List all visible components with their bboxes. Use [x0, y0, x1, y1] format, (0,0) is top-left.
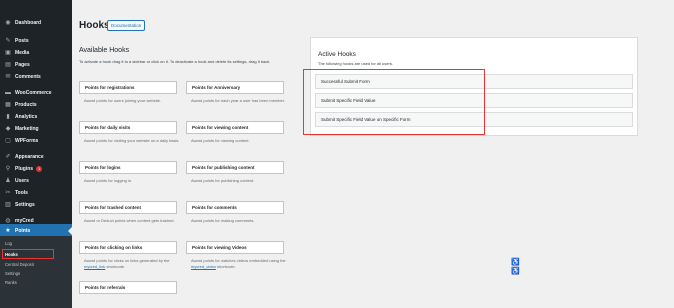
sidebar-item-analytics[interactable]: ▮ Analytics — [0, 111, 72, 123]
hook-description: Award or Deduct points when content gets… — [84, 218, 175, 223]
hook-description: Award points for making comments. — [191, 218, 255, 223]
hook-publishing-content[interactable]: Points for publishing content — [186, 161, 284, 174]
sidebar-item-woocommerce[interactable]: ▬ WooCommerce — [0, 87, 72, 99]
hook-description: Award points for publishing content. — [191, 178, 255, 183]
pages-icon: ▤ — [5, 62, 11, 68]
sidebar-item-pages[interactable]: ▤ Pages — [0, 59, 72, 71]
submenu-log[interactable]: Log — [5, 241, 12, 246]
hook-description: Award points for viewing content. — [191, 138, 250, 143]
hooks-highlight-box — [2, 249, 54, 259]
hook-referrals[interactable]: Points for referrals — [79, 281, 177, 294]
sidebar-item-plugins[interactable]: ⚲ Plugins 1 — [0, 163, 72, 175]
hook-description: Award points for clicks on links generat… — [84, 258, 170, 269]
accessibility-icon: ♿ — [511, 268, 520, 275]
plugins-icon: ⚲ — [5, 166, 11, 172]
accessibility-icons: ♿ ♿ — [511, 258, 520, 276]
hook-description: Award points for each year a user has be… — [191, 98, 285, 103]
woocommerce-icon: ▬ — [5, 90, 11, 96]
sidebar-item-tools[interactable]: ✂ Tools — [0, 187, 72, 199]
hook-registrations[interactable]: Points for registrations — [79, 81, 177, 94]
hook-viewing-content[interactable]: Points for viewing content — [186, 121, 284, 134]
hook-comments[interactable]: Points for comments — [186, 201, 284, 214]
pin-icon: ✎ — [5, 38, 11, 44]
submenu-settings[interactable]: Settings — [5, 271, 20, 276]
sidebar-item-media[interactable]: ▣ Media — [0, 47, 72, 59]
active-hooks-title: Active Hooks — [318, 51, 356, 58]
sidebar-item-settings[interactable]: ▥ Settings — [0, 199, 72, 211]
sidebar-item-users[interactable]: ♟ Users — [0, 175, 72, 187]
hook-description: Award points for users joining your webs… — [84, 98, 162, 103]
available-hooks-description: To activate a hook drag it to a sidebar … — [79, 59, 271, 64]
hook-daily-visits[interactable]: Points for daily visits — [79, 121, 177, 134]
active-hooks-description: The following hooks are used for all use… — [318, 61, 393, 66]
media-icon: ▣ — [5, 50, 11, 56]
submenu-ranks[interactable]: Ranks — [5, 280, 17, 285]
submenu-central-deposit[interactable]: Central Deposit — [5, 262, 34, 267]
shortcode-link[interactable]: mycred_video — [191, 264, 216, 269]
documentation-button[interactable]: Documentation — [107, 20, 146, 31]
points-submenu: Log Hooks Central Deposit Settings Ranks — [0, 236, 72, 308]
hook-description: Award points for logging in. — [84, 178, 133, 183]
hook-description: Award points for visiting your website o… — [84, 138, 180, 143]
accessibility-icon: ♿ — [511, 259, 520, 266]
wpforms-icon: ▢ — [5, 138, 11, 144]
sidebar-item-dashboard[interactable]: ◉ Dashboard — [0, 17, 72, 29]
sidebar-item-products[interactable]: ▦ Products — [0, 99, 72, 111]
hook-description: Award points for watches videos embedded… — [191, 258, 286, 269]
products-icon: ▦ — [5, 102, 11, 108]
sidebar-item-wpforms[interactable]: ▢ WPForms — [0, 135, 72, 147]
hook-viewing-videos[interactable]: Points for viewing Videos — [186, 241, 284, 254]
sidebar-item-comments[interactable]: ✉ Comments — [0, 71, 72, 83]
star-icon: ★ — [5, 228, 11, 234]
hook-logins[interactable]: Points for logins — [79, 161, 177, 174]
hook-clicking-links[interactable]: Points for clicking on links — [79, 241, 177, 254]
sidebar-item-marketing[interactable]: ◆ Marketing — [0, 123, 72, 135]
comments-icon: ✉ — [5, 74, 11, 80]
settings-icon: ▥ — [5, 202, 11, 208]
page-title: Hooks — [79, 20, 110, 31]
marketing-icon: ◆ — [5, 126, 11, 132]
available-hooks-title: Available Hooks — [79, 47, 130, 54]
appearance-icon: ✐ — [5, 154, 11, 160]
users-icon: ♟ — [5, 178, 11, 184]
admin-sidebar: ◉ Dashboard ✎ Posts ▣ Media ▤ Pages ✉ Comment… — [0, 0, 72, 308]
current-menu-arrow — [68, 227, 72, 235]
dashboard-icon: ◉ — [5, 20, 11, 26]
shortcode-link[interactable]: mycred_link — [84, 264, 105, 269]
update-count-badge: 1 — [36, 166, 43, 172]
tools-icon: ✂ — [5, 190, 11, 196]
sidebar-item-appearance[interactable]: ✐ Appearance — [0, 151, 72, 163]
hook-anniversary[interactable]: Points for Anniversary — [186, 81, 284, 94]
sidebar-item-posts[interactable]: ✎ Posts — [0, 35, 72, 47]
hook-trashed-content[interactable]: Points for trashed content — [79, 201, 177, 214]
analytics-icon: ▮ — [6, 114, 10, 120]
active-hooks-highlight-box — [303, 69, 485, 135]
